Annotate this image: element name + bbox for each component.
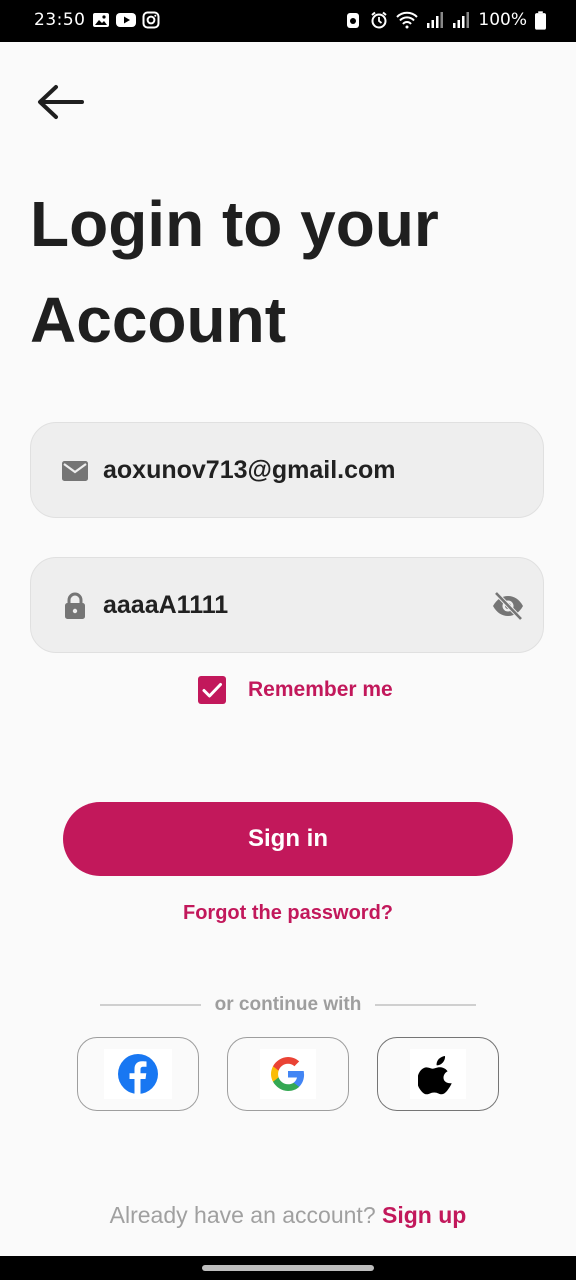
email-field[interactable]: aoxunov713@gmail.com <box>30 422 544 518</box>
google-login-button[interactable] <box>227 1037 349 1111</box>
page-title-line-2: Account <box>30 284 286 356</box>
alarm-icon <box>371 11 388 29</box>
facebook-icon <box>118 1054 158 1094</box>
apple-login-button[interactable] <box>377 1037 499 1111</box>
battery-percent: 100% <box>478 10 527 30</box>
navigation-bar <box>0 1256 576 1280</box>
google-icon <box>271 1057 305 1091</box>
password-value: aaaaA1111 <box>103 591 229 619</box>
forgot-password-link[interactable]: Forgot the password? <box>0 902 576 925</box>
page-title: Login to your Account <box>30 176 550 368</box>
page-title-line-1: Login to your <box>30 188 439 260</box>
lock-icon <box>65 592 85 619</box>
eye-off-icon[interactable] <box>491 590 525 622</box>
email-value: aoxunov713@gmail.com <box>103 456 396 484</box>
signup-prompt: Already have an account? Sign up <box>0 1202 576 1229</box>
status-bar: 23:50 100% <box>0 0 576 42</box>
home-gesture-handle[interactable] <box>202 1265 374 1271</box>
check-icon <box>202 683 222 698</box>
password-field[interactable]: aaaaA1111 <box>30 557 544 653</box>
recycle-icon <box>347 13 360 28</box>
remember-me-label: Remember me <box>248 678 393 701</box>
sign-up-link[interactable]: Sign up <box>382 1202 466 1228</box>
signup-prompt-text: Already have an account? <box>109 1202 376 1228</box>
remember-me-checkbox[interactable] <box>198 676 226 704</box>
divider-line-left <box>100 1004 201 1006</box>
notification-icons <box>92 11 160 29</box>
signal-icon <box>453 12 470 28</box>
apple-icon <box>418 1056 452 1095</box>
divider-text: or continue with <box>214 994 362 1015</box>
wifi-icon <box>396 11 419 29</box>
instagram-icon <box>142 11 160 29</box>
signal-icon <box>427 12 444 28</box>
youtube-icon <box>116 13 136 27</box>
status-time: 23:50 <box>34 10 86 30</box>
mail-icon <box>62 461 88 481</box>
gallery-icon <box>93 13 109 27</box>
divider-line-right <box>375 1004 476 1006</box>
sign-in-button[interactable]: Sign in <box>63 802 513 876</box>
facebook-login-button[interactable] <box>77 1037 199 1111</box>
battery-icon <box>535 10 546 30</box>
continue-divider: or continue with <box>100 994 476 1016</box>
system-icons: 100% <box>344 10 546 30</box>
remember-me-row[interactable]: Remember me <box>198 676 393 704</box>
back-arrow-icon[interactable] <box>34 82 86 122</box>
